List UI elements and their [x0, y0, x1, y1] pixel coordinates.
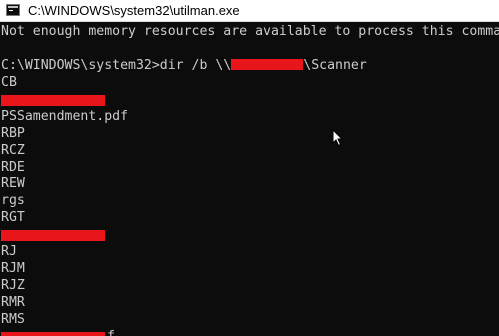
dir-entry: RCZ: [1, 142, 25, 158]
error-message: Not enough memory resources are availabl…: [1, 24, 499, 39]
redaction-bar: [1, 94, 105, 106]
command-line: C:\WINDOWS\system32>dir /b \\ \Scanner: [1, 58, 499, 75]
dir-entry: RMR: [1, 295, 25, 310]
dir-entry: PSSamendment.pdf: [1, 108, 129, 124]
dir-entry-redacted: [1, 92, 499, 109]
console-window-icon[interactable]: [6, 4, 20, 16]
dir-entry: CB: [1, 74, 17, 90]
command-redaction: [231, 58, 304, 70]
command-suffix: \Scanner: [303, 57, 367, 73]
dir-entry: RMS: [1, 311, 25, 327]
window-title: C:\WINDOWS\system32\utilman.exe: [28, 3, 240, 18]
dir-entry: RDE: [1, 159, 25, 175]
console-output[interactable]: Not enough memory resources are availabl…: [1, 24, 499, 336]
dir-entry: RJZ: [1, 278, 25, 294]
dir-entry-redacted: f: [1, 329, 499, 336]
redaction-bar: [1, 331, 105, 336]
dir-entry: RJM: [1, 261, 25, 277]
dir-entry-redacted: [1, 227, 499, 244]
dir-entry: RBP: [1, 125, 25, 141]
dir-entry: rgs: [1, 193, 25, 209]
mouse-pointer-icon: [332, 129, 344, 147]
dir-entry: RGT: [1, 210, 25, 226]
dir-entry: RJ: [1, 244, 17, 260]
dir-entry: REW: [1, 176, 25, 192]
command-prefix: C:\WINDOWS\system32>dir /b \\: [1, 57, 232, 73]
window-titlebar[interactable]: C:\WINDOWS\system32\utilman.exe: [0, 0, 499, 22]
redaction-bar: [1, 230, 105, 242]
